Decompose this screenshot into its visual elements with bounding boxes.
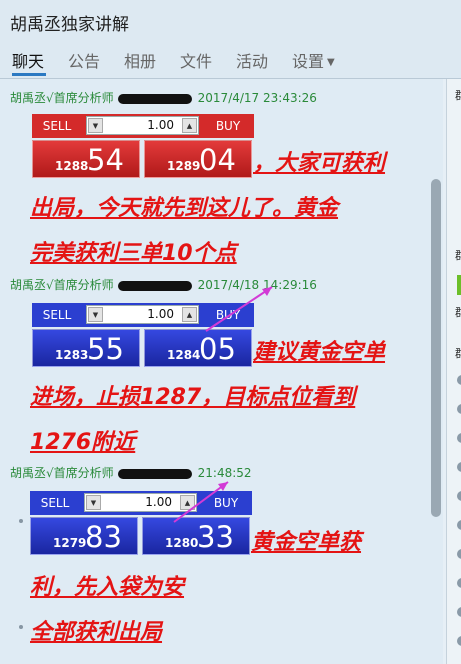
buy-price[interactable]: 1289 04: [144, 140, 252, 178]
sell-price[interactable]: 1279 83: [30, 517, 138, 555]
trade-widget[interactable]: SELL ▼ 1.00 ▲ BUY 1288 54 1289 04: [32, 114, 254, 178]
member-avatar[interactable]: [457, 578, 461, 588]
chevron-down-icon: ▼: [327, 57, 335, 68]
member-avatar[interactable]: [457, 549, 461, 559]
sell-button[interactable]: SELL: [32, 303, 82, 327]
message-text: 进场，止损1287，目标点位看到: [30, 385, 356, 410]
title-bar: 胡禹丞独家讲解: [0, 0, 461, 42]
sender-name: 胡禹丞√首席分析师: [10, 91, 114, 105]
tab-chat[interactable]: 聊天: [12, 48, 44, 72]
sell-button[interactable]: SELL: [32, 114, 82, 138]
chat-panel[interactable]: 胡禹丞√首席分析师 2017/4/17 23:43:26 SELL ▼ 1.00 …: [0, 79, 443, 664]
status-bar-green: [457, 275, 461, 295]
sell-price[interactable]: 1288 54: [32, 140, 140, 178]
arrow-annotation: [205, 286, 273, 332]
sell-price-prefix: 1279: [53, 536, 87, 550]
active-tab-indicator: [12, 73, 46, 76]
sell-price-prefix: 1288: [55, 159, 89, 173]
tab-bar: 聊天 公告 相册 文件 活动 设置 ▼: [0, 42, 461, 79]
buy-price-prefix: 1280: [165, 536, 199, 550]
buy-price-prefix: 1289: [167, 159, 201, 173]
message-header: 胡禹丞√首席分析师 2017/4/17 23:43:26: [10, 89, 317, 106]
quantity-field[interactable]: ▼ 1.00 ▲: [86, 116, 199, 135]
increase-arrow-icon[interactable]: ▲: [182, 118, 197, 133]
quantity-field[interactable]: ▼ 1.00 ▲: [86, 305, 199, 324]
tab-announcement[interactable]: 公告: [68, 48, 100, 72]
sender-name: 胡禹丞√首席分析师: [10, 466, 114, 480]
arrow-annotation: [173, 481, 229, 523]
member-avatar[interactable]: [457, 520, 461, 530]
member-avatar[interactable]: [457, 433, 461, 443]
decrease-arrow-icon[interactable]: ▼: [88, 307, 103, 322]
tab-settings[interactable]: 设置 ▼: [292, 48, 335, 72]
sender-name: 胡禹丞√首席分析师: [10, 278, 114, 292]
sell-price-suffix: 54: [87, 143, 124, 177]
member-avatar[interactable]: [457, 636, 461, 646]
member-avatar[interactable]: [457, 462, 461, 472]
message-text: 1276附近: [30, 430, 136, 455]
sell-price-suffix: 55: [87, 332, 124, 366]
panel-label: 群: [455, 347, 461, 360]
tab-album[interactable]: 相册: [124, 48, 156, 72]
sell-price-prefix: 1283: [55, 348, 89, 362]
message-text: 利，先入袋为安: [30, 575, 185, 600]
message-text: 建议黄金空单: [253, 340, 386, 365]
tab-settings-label: 设置: [292, 52, 325, 71]
message-text: 全部获利出局: [30, 620, 163, 645]
redaction-mark: [117, 93, 192, 104]
decrease-arrow-icon[interactable]: ▼: [88, 118, 103, 133]
bullet-dot: [19, 625, 23, 629]
sell-price-suffix: 83: [85, 520, 122, 554]
bullet-dot: [19, 519, 23, 523]
member-avatar[interactable]: [457, 607, 461, 617]
message-time: 2017/4/17 23:43:26: [197, 91, 317, 105]
chat-scrollbar[interactable]: [431, 179, 441, 517]
message-text: 出局，今天就先到这儿了。黄金: [30, 196, 339, 221]
panel-label: 群: [455, 306, 461, 319]
decrease-arrow-icon[interactable]: ▼: [86, 495, 101, 510]
right-panel: 群 群 群 群: [446, 79, 461, 664]
panel-label: 群: [455, 249, 461, 262]
increase-arrow-icon[interactable]: ▲: [182, 307, 197, 322]
member-avatar[interactable]: [457, 404, 461, 414]
member-avatar[interactable]: [457, 375, 461, 385]
tab-activity[interactable]: 活动: [236, 48, 268, 72]
tab-files[interactable]: 文件: [180, 48, 212, 72]
member-avatar[interactable]: [457, 491, 461, 501]
window-title: 胡禹丞独家讲解: [10, 15, 129, 35]
panel-label: 群: [455, 89, 461, 102]
quantity-value: 1.00: [147, 118, 174, 132]
sell-button[interactable]: SELL: [30, 491, 80, 515]
buy-price-suffix: 04: [199, 143, 236, 177]
buy-button[interactable]: BUY: [203, 114, 253, 138]
redaction-mark: [117, 280, 192, 291]
buy-price-prefix: 1284: [167, 348, 201, 362]
quantity-value: 1.00: [147, 307, 174, 321]
sell-price[interactable]: 1283 55: [32, 329, 140, 367]
message-text: 黄金空单获: [251, 530, 362, 555]
message-text: 完美获利三单10个点: [30, 241, 237, 266]
message-text: ，大家可获利: [253, 151, 386, 176]
